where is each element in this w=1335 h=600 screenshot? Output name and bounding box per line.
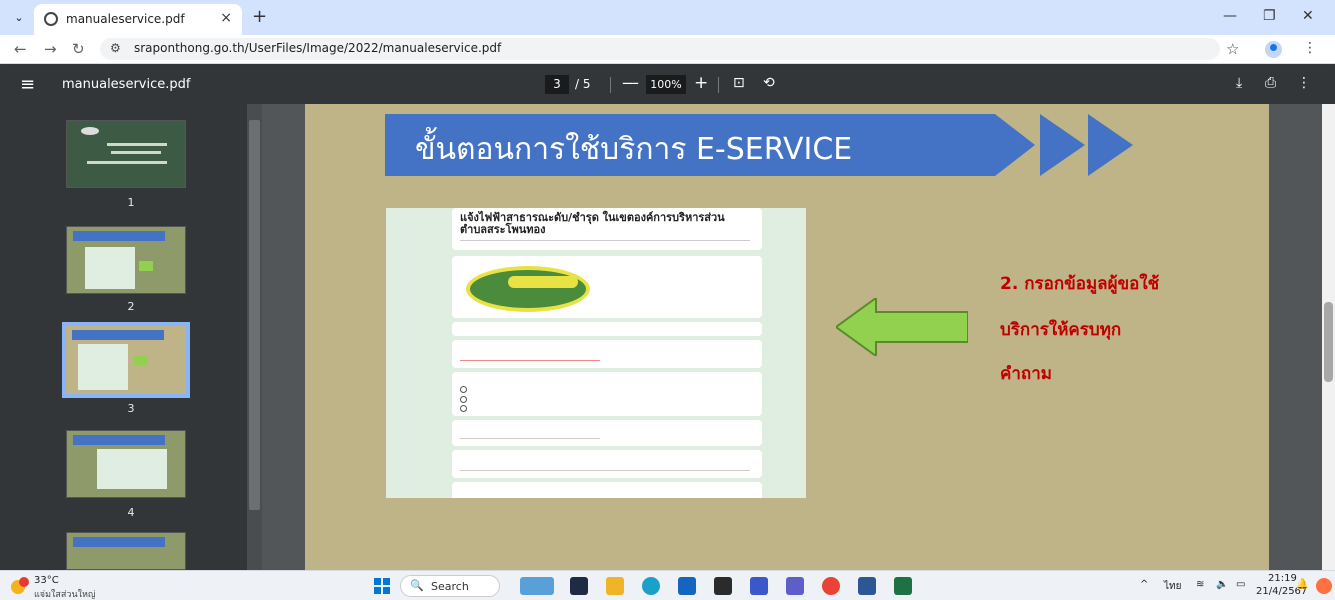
word-icon[interactable]: [858, 577, 876, 595]
task-view-icon[interactable]: [570, 577, 588, 595]
form-radio-card: [452, 372, 762, 416]
battery-icon[interactable]: ▭: [1236, 579, 1245, 590]
chrome-icon[interactable]: [822, 577, 840, 595]
arrow-left-icon: [836, 298, 968, 356]
form-screenshot: แจ้งไฟฟ้าสาธารณะดับ/ชำรุด ในเขตองค์การบร…: [386, 208, 806, 498]
slide-banner: ขั้นตอนการใช้บริการ E-SERVICE: [385, 114, 1035, 176]
thumbnail-page-5[interactable]: [66, 532, 186, 570]
thumbnail-page-4[interactable]: [66, 430, 186, 498]
taskbar: 33°C แจ่มใสส่วนใหญ่ 🔍 Search ^ ไทย ≋ 🔈 ▭…: [0, 570, 1335, 600]
page-total: / 5: [575, 77, 591, 91]
document-scrollbar-thumb[interactable]: [1324, 302, 1333, 382]
weather-description: แจ่มใสส่วนใหญ่: [34, 590, 96, 600]
teams-icon[interactable]: [786, 577, 804, 595]
divider: [610, 77, 611, 93]
copilot-icon[interactable]: [1316, 578, 1332, 594]
volume-icon[interactable]: 🔈: [1216, 579, 1228, 590]
close-icon[interactable]: ×: [220, 10, 232, 26]
profile-avatar[interactable]: [1265, 41, 1282, 58]
language-indicator[interactable]: ไทย: [1164, 579, 1181, 594]
note-line-2: บริการให้ครบทุก: [1000, 320, 1122, 340]
sidebar-scrollbar-thumb[interactable]: [249, 120, 260, 510]
back-button[interactable]: ←: [14, 40, 27, 58]
thumbnail-page-2[interactable]: [66, 226, 186, 294]
site-info-icon[interactable]: ⚙: [110, 41, 121, 55]
zoom-in-button[interactable]: +: [694, 73, 708, 93]
form-field-card: [452, 482, 762, 498]
file-explorer-icon[interactable]: [606, 577, 624, 595]
pdf-title: manualeservice.pdf: [62, 77, 191, 92]
app-icon[interactable]: [750, 577, 768, 595]
page-number-input[interactable]: 3: [545, 75, 569, 94]
store-icon[interactable]: [678, 577, 696, 595]
zoom-out-button[interactable]: —: [622, 73, 639, 93]
browser-tab[interactable]: manualeservice.pdf ×: [34, 4, 242, 35]
thumbnail-number: 1: [127, 196, 135, 209]
banner-title: ขั้นตอนการใช้บริการ E-SERVICE: [415, 132, 853, 167]
radio-option[interactable]: [460, 386, 467, 393]
radio-option[interactable]: [460, 405, 467, 412]
organization-logo: [466, 266, 590, 312]
form-section: [452, 322, 762, 336]
chevron-right-icon: [1088, 114, 1133, 176]
pdf-toolbar: ≡ manualeservice.pdf 3 / 5 — 100% + ⊡ ⟲ …: [0, 65, 1335, 104]
form-field-card: [452, 450, 762, 478]
bookmark-star-icon[interactable]: ☆: [1226, 40, 1239, 58]
thumbnail-sidebar: 1 2 3 4: [0, 104, 262, 570]
form-title: แจ้งไฟฟ้าสาธารณะดับ/ชำรุด ในเขตองค์การบร…: [460, 211, 725, 236]
tab-strip: ⌄ manualeservice.pdf × + — ❐ ✕: [0, 0, 1335, 35]
form-field-card: [452, 340, 762, 368]
minimize-button[interactable]: —: [1223, 8, 1237, 24]
rotate-icon[interactable]: ⟲: [763, 75, 775, 91]
reload-button[interactable]: ↻: [72, 40, 85, 58]
radio-option[interactable]: [460, 396, 467, 403]
windows-start-button[interactable]: [374, 578, 390, 594]
wifi-icon[interactable]: ≋: [1196, 579, 1204, 590]
tab-search-button[interactable]: ⌄: [8, 8, 30, 28]
form-logo-card: [452, 256, 762, 318]
note-line-3: คำถาม: [1000, 364, 1052, 384]
divider: [718, 77, 719, 93]
thumbnail-number: 4: [127, 506, 135, 519]
zoom-input[interactable]: 100%: [646, 75, 686, 94]
browser-toolbar: ← → ↻ ⚙ sraponthong.go.th/UserFiles/Imag…: [0, 35, 1335, 64]
fit-page-icon[interactable]: ⊡: [733, 75, 745, 91]
thumbnail-page-1[interactable]: [66, 120, 186, 188]
excel-icon[interactable]: [894, 577, 912, 595]
search-icon: 🔍: [410, 579, 424, 592]
browser-menu-button[interactable]: ⋮: [1303, 40, 1317, 56]
dropbox-icon[interactable]: [714, 577, 732, 595]
address-bar[interactable]: ⚙ sraponthong.go.th/UserFiles/Image/2022…: [100, 38, 1220, 60]
restore-button[interactable]: ❐: [1263, 8, 1276, 24]
search-label: Search: [431, 580, 469, 593]
download-icon[interactable]: ⤓: [1236, 75, 1242, 91]
thumbnail-number: 3: [127, 402, 135, 415]
form-field-card: [452, 420, 762, 446]
temperature: 33°C: [34, 575, 59, 586]
thumbnail-page-3[interactable]: [62, 322, 190, 398]
form-header-card: แจ้งไฟฟ้าสาธารณะดับ/ชำรุด ในเขตองค์การบร…: [452, 208, 762, 250]
print-icon[interactable]: ⎙: [1265, 75, 1276, 91]
new-tab-button[interactable]: +: [252, 6, 267, 27]
menu-icon[interactable]: ≡: [20, 74, 35, 95]
tab-title: manualeservice.pdf: [66, 12, 185, 26]
more-options-icon[interactable]: ⋮: [1297, 75, 1311, 91]
notification-bell-icon[interactable]: 🔔: [1296, 579, 1308, 590]
thumbnail-number: 2: [127, 300, 135, 313]
chevron-right-icon: [1040, 114, 1085, 176]
url-text: sraponthong.go.th/UserFiles/Image/2022/m…: [134, 41, 502, 55]
forward-button[interactable]: →: [44, 40, 57, 58]
close-window-button[interactable]: ✕: [1302, 8, 1314, 24]
note-line-1: 2. กรอกข้อมูลผู้ขอใช้: [1000, 274, 1160, 294]
edge-icon[interactable]: [642, 577, 660, 595]
clock-time[interactable]: 21:19: [1268, 573, 1297, 584]
widgets-icon[interactable]: [520, 577, 554, 595]
taskbar-search[interactable]: 🔍 Search: [400, 575, 500, 597]
weather-icon[interactable]: [6, 575, 32, 597]
globe-icon: [44, 12, 58, 26]
chevron-up-icon[interactable]: ^: [1140, 579, 1148, 590]
